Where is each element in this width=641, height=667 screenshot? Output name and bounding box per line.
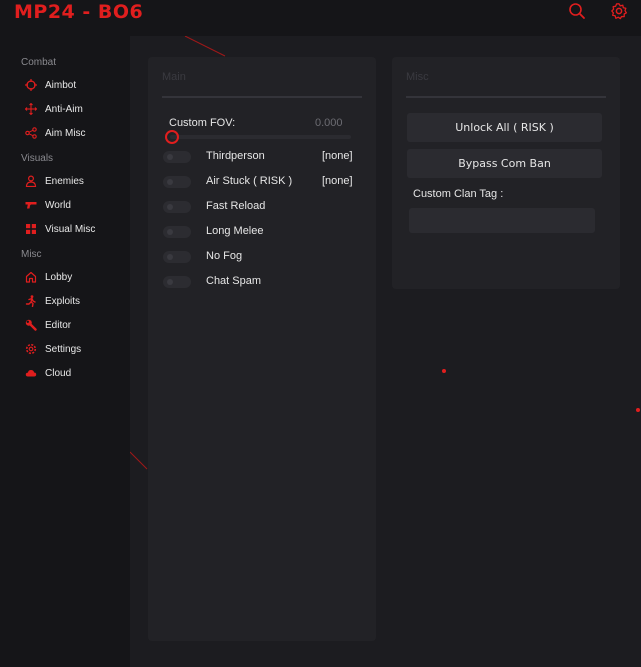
toggle-label[interactable]: Air Stuck ( RISK ) (206, 175, 292, 187)
no-fog-toggle[interactable] (163, 251, 191, 263)
air-stuck-keybind[interactable]: [none] (322, 175, 353, 187)
chat-spam-toggle[interactable] (163, 276, 191, 288)
sidebar-item-exploits[interactable]: Exploits (24, 293, 128, 309)
content-area: Main Custom FOV: 0.000 Thirdperson [none… (130, 36, 641, 667)
fov-slider[interactable] (170, 135, 351, 139)
fov-slider-handle[interactable] (165, 130, 179, 144)
toggle-label[interactable]: Long Melee (206, 225, 264, 237)
sidebar-item-settings[interactable]: Settings (24, 341, 128, 357)
air-stuck-toggle[interactable] (163, 176, 191, 188)
sidebar: Combat Aimbot Anti-Aim Aim Misc Visuals … (0, 36, 130, 667)
sidebar-item-label: Lobby (45, 271, 73, 283)
running-person-icon (24, 295, 37, 308)
sidebar-item-label: World (45, 199, 71, 211)
user-icon (24, 175, 37, 188)
sidebar-item-label: Anti-Aim (45, 103, 83, 115)
app-header: MP24 - BO6 (0, 0, 641, 30)
sidebar-item-lobby[interactable]: Lobby (24, 269, 128, 285)
share-icon (24, 127, 37, 140)
thirdperson-toggle[interactable] (163, 151, 191, 163)
move-arrows-icon (24, 103, 37, 116)
panel-title: Misc (406, 71, 429, 83)
sidebar-item-visual-misc[interactable]: Visual Misc (24, 221, 128, 237)
bypass-com-ban-button[interactable]: Bypass Com Ban (407, 149, 602, 178)
sidebar-item-label: Settings (45, 343, 82, 355)
sidebar-item-label: Enemies (45, 175, 84, 187)
toggle-row: Fast Reload (163, 200, 363, 215)
grid-icon (24, 223, 37, 236)
main-panel: Main Custom FOV: 0.000 Thirdperson [none… (148, 57, 376, 641)
panel-divider (162, 96, 362, 98)
toggle-row: No Fog (163, 250, 363, 265)
section-label-combat: Combat (21, 57, 57, 68)
toggle-row: Chat Spam (163, 275, 363, 290)
toggle-label[interactable]: No Fog (206, 250, 242, 262)
sidebar-item-enemies[interactable]: Enemies (24, 173, 128, 189)
search-icon[interactable] (568, 2, 586, 20)
sidebar-item-label: Aimbot (45, 79, 77, 91)
sidebar-item-label: Visual Misc (45, 223, 96, 235)
clan-tag-input[interactable] (409, 208, 595, 233)
crosshair-icon (24, 79, 37, 92)
wrench-icon (24, 319, 37, 332)
sidebar-item-aim-misc[interactable]: Aim Misc (24, 125, 128, 141)
panel-divider (406, 96, 606, 98)
sidebar-item-anti-aim[interactable]: Anti-Aim (24, 101, 128, 117)
clan-tag-label: Custom Clan Tag : (413, 188, 504, 200)
sidebar-item-editor[interactable]: Editor (24, 317, 128, 333)
toggle-label[interactable]: Fast Reload (206, 200, 265, 212)
panel-title: Main (162, 71, 186, 83)
cloud-icon (24, 367, 37, 380)
sidebar-item-aimbot[interactable]: Aimbot (24, 77, 128, 93)
gear-icon (24, 343, 37, 356)
sidebar-item-label: Exploits (45, 295, 81, 307)
sidebar-item-label: Aim Misc (45, 127, 86, 139)
misc-panel: Misc Unlock All ( RISK ) Bypass Com Ban … (392, 57, 620, 289)
long-melee-toggle[interactable] (163, 226, 191, 238)
home-icon (24, 271, 37, 284)
sidebar-item-world[interactable]: World (24, 197, 128, 213)
fov-label: Custom FOV: (169, 117, 236, 129)
gear-icon[interactable] (610, 2, 628, 20)
section-label-visuals: Visuals (21, 153, 54, 164)
fast-reload-toggle[interactable] (163, 201, 191, 213)
gun-icon (24, 199, 37, 212)
sidebar-item-label: Editor (45, 319, 72, 331)
section-label-misc: Misc (21, 249, 42, 260)
unlock-all-button[interactable]: Unlock All ( RISK ) (407, 113, 602, 142)
toggle-label[interactable]: Chat Spam (206, 275, 261, 287)
fov-value: 0.000 (315, 117, 343, 129)
sidebar-item-label: Cloud (45, 367, 72, 379)
toggle-label[interactable]: Thirdperson (206, 150, 265, 162)
toggle-row: Long Melee (163, 225, 363, 240)
sidebar-item-cloud[interactable]: Cloud (24, 365, 128, 381)
app-title: MP24 - BO6 (14, 1, 144, 23)
thirdperson-keybind[interactable]: [none] (322, 150, 353, 162)
